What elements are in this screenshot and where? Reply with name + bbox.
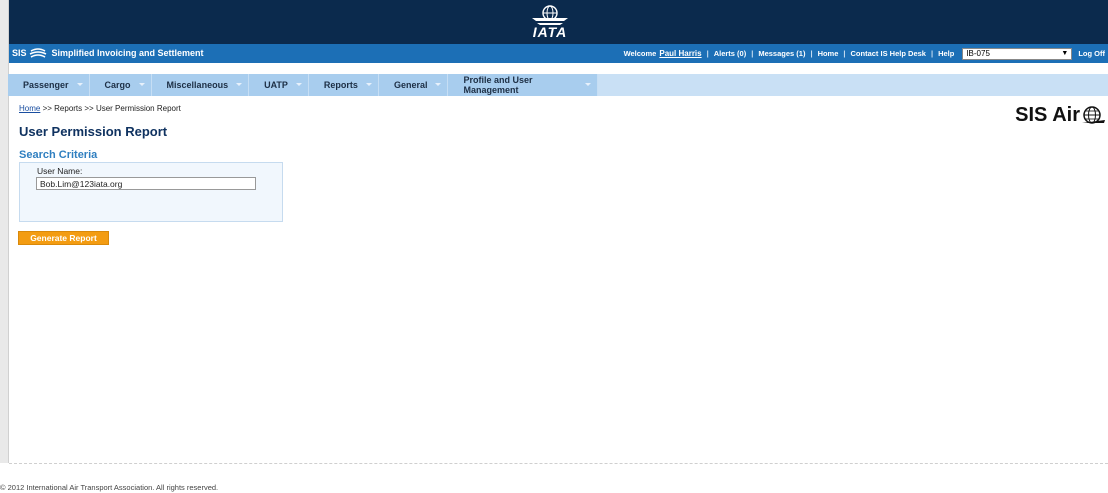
sis-logo-icon — [29, 48, 46, 58]
top-header: IATA — [9, 0, 1108, 44]
menu-item-profile-user-management[interactable]: Profile and User Management — [448, 74, 598, 96]
sis-bar: SIS Simplified Invoicing and Settlement … — [9, 44, 1108, 63]
menu-bar-fill — [598, 74, 1108, 96]
contact-help-desk-link[interactable]: Contact IS Help Desk — [851, 49, 926, 58]
sis-brand-text: SIS — [12, 48, 27, 58]
globe-plane-icon — [1082, 105, 1105, 124]
search-criteria-panel: User Name: — [19, 162, 283, 222]
menu-item-reports[interactable]: Reports — [309, 74, 379, 96]
user-name-link[interactable]: Paul Harris — [659, 49, 701, 58]
iata-logo: IATA — [526, 5, 574, 41]
left-border — [0, 0, 9, 463]
sis-subtitle: Simplified Invoicing and Settlement — [51, 48, 204, 58]
separator: | — [930, 49, 934, 58]
alerts-link[interactable]: Alerts (0) — [714, 49, 747, 58]
sis-air-logo: SIS Air — [1015, 104, 1106, 127]
member-select[interactable]: IB-075 ▼ — [962, 47, 1073, 60]
chevron-down-icon — [365, 83, 372, 86]
menu-item-label: General — [393, 80, 428, 90]
menu-item-general[interactable]: General — [379, 74, 449, 96]
footer-copyright: © 2012 International Air Transport Assoc… — [0, 483, 219, 492]
user-name-label: User Name: — [37, 166, 83, 176]
breadcrumb: Home >> Reports >> User Permission Repor… — [19, 104, 181, 113]
footer-divider — [9, 463, 1108, 464]
help-link[interactable]: Help — [938, 49, 954, 58]
separator: | — [843, 49, 846, 58]
chevron-down-icon — [585, 83, 591, 86]
page-title: User Permission Report — [19, 124, 168, 139]
menu-item-label: Passenger — [23, 80, 69, 90]
breadcrumb-trail: >> Reports >> User Permission Report — [42, 104, 181, 113]
separator: | — [810, 49, 813, 58]
chevron-down-icon — [138, 83, 145, 86]
separator: | — [706, 49, 709, 58]
home-link[interactable]: Home — [818, 49, 839, 58]
chevron-down-icon — [295, 83, 302, 86]
menu-item-label: Cargo — [104, 80, 131, 90]
chevron-down-icon — [76, 83, 83, 86]
menu-item-label: Profile and User Management — [463, 75, 533, 95]
menu-item-label: UATP — [264, 80, 288, 90]
chevron-down-icon: ▼ — [1061, 50, 1069, 57]
user-name-input[interactable] — [36, 177, 256, 190]
main-menu: Passenger Cargo Miscellaneous UATP Repor… — [8, 74, 598, 96]
sis-brand: SIS Simplified Invoicing and Settlement — [12, 47, 204, 59]
menu-item-passenger[interactable]: Passenger — [8, 74, 90, 96]
iata-logo-text: IATA — [532, 24, 568, 40]
generate-report-button[interactable]: Generate Report — [18, 231, 109, 245]
sis-air-logo-text: SIS Air — [1015, 104, 1080, 126]
section-title: Search Criteria — [19, 149, 98, 161]
chevron-down-icon — [435, 83, 442, 86]
menu-item-miscellaneous[interactable]: Miscellaneous — [152, 74, 250, 96]
app-frame: IATA SIS Simplified Invoicing and Settle… — [9, 0, 1108, 463]
chevron-down-icon — [236, 83, 243, 86]
separator: | — [751, 49, 754, 58]
menu-item-uatp[interactable]: UATP — [249, 74, 309, 96]
welcome-label: Welcome — [623, 49, 657, 58]
user-area: Welcome Paul Harris | Alerts (0) | Messa… — [624, 44, 1108, 63]
menu-item-label: Miscellaneous — [166, 80, 229, 90]
logoff-link[interactable]: Log Off — [1078, 49, 1105, 58]
breadcrumb-home-link[interactable]: Home — [19, 104, 40, 113]
member-select-value: IB-075 — [966, 49, 990, 58]
messages-link[interactable]: Messages (1) — [758, 49, 805, 58]
menu-item-cargo[interactable]: Cargo — [90, 74, 152, 96]
menu-item-label: Reports — [323, 80, 358, 90]
